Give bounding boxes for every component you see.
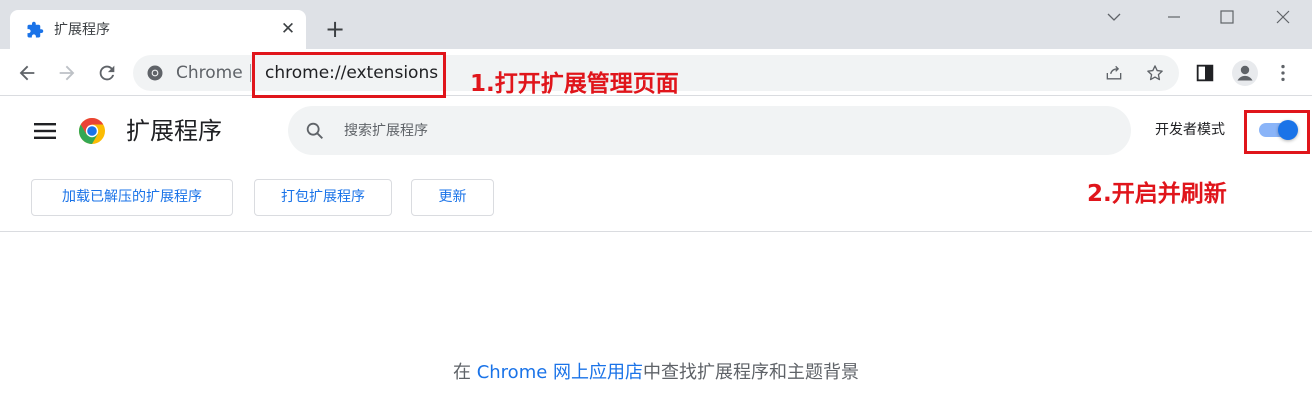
tab-extensions[interactable]: 扩展程序 ✕ [10,10,306,49]
side-panel-icon[interactable] [1194,62,1216,84]
store-suffix: 中查找扩展程序和主题背景 [643,362,860,383]
annotation-step2: 2.开启并刷新 [1087,181,1227,207]
page-title: 扩展程序 [126,117,222,145]
tab-title: 扩展程序 [54,22,110,38]
share-icon[interactable] [1104,63,1124,83]
load-unpacked-button[interactable]: 加载已解压的扩展程序 [31,179,233,216]
forward-arrow-icon[interactable] [56,62,78,84]
maximize-icon[interactable] [1217,8,1237,26]
address-divider [250,64,251,82]
tab-search-chevron-icon[interactable] [1104,8,1124,26]
web-store-link[interactable]: Chrome 网上应用店 [477,362,643,383]
pack-extension-button[interactable]: 打包扩展程序 [254,179,392,216]
bookmark-star-icon[interactable] [1145,63,1165,83]
chrome-site-icon [147,65,163,81]
extensions-header: 扩展程序 开发者模式 [0,96,1312,166]
annotation-box-url [252,52,446,98]
hamburger-menu-icon[interactable] [34,122,56,140]
reload-icon[interactable] [96,62,118,84]
annotation-step1: 1.打开扩展管理页面 [470,71,679,97]
tab-close-icon[interactable]: ✕ [278,19,298,39]
web-store-message: 在 Chrome 网上应用店中查找扩展程序和主题背景 [0,360,1312,386]
annotation-box-toggle [1244,110,1310,154]
site-chip-label: Chrome [176,63,243,83]
profile-avatar-icon[interactable] [1232,60,1258,86]
new-tab-button[interactable]: + [322,17,348,43]
puzzle-icon [27,21,44,38]
back-arrow-icon[interactable] [16,62,38,84]
chrome-logo-icon [78,118,105,144]
tab-strip: 扩展程序 ✕ + [0,0,1312,49]
developer-mode-label: 开发者模式 [1155,122,1225,138]
more-menu-icon[interactable] [1272,62,1294,84]
search-icon [306,122,323,139]
update-button[interactable]: 更新 [411,179,494,216]
minimize-icon[interactable] [1164,8,1184,26]
close-window-icon[interactable] [1273,8,1293,26]
store-prefix: 在 [452,362,477,383]
search-input[interactable] [344,118,1104,143]
search-box[interactable] [288,106,1131,155]
